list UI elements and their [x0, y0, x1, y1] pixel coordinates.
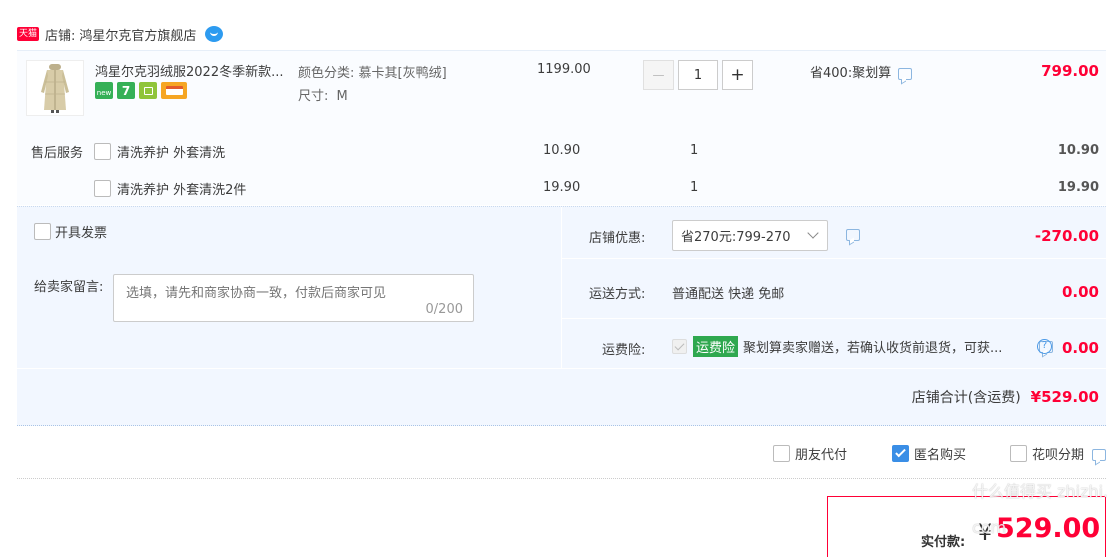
insurance-text: 聚划算卖家赠送，若确认收货前退货，可获... — [743, 341, 1003, 356]
insurance-tag: 运费险 — [693, 336, 739, 357]
shipping-label: 运送方式: — [589, 287, 646, 302]
service-qty-2: 1 — [690, 180, 699, 195]
row-divider — [562, 318, 1106, 319]
huabei-option: 花呗分期 — [1010, 444, 1107, 463]
invoice-label: 开具发票 — [55, 226, 108, 241]
discount-amount: -270.00 — [1034, 227, 1099, 245]
service-name-2: 清洗养护 外套清洗2件 — [117, 183, 247, 198]
section-divider — [17, 478, 1106, 479]
shipping-amount: 0.00 — [1061, 283, 1099, 301]
discount-selected-value: 省270元:799-270 — [681, 230, 791, 245]
sku-size-label: 尺寸: — [298, 89, 329, 104]
sku-size: 尺寸: M — [298, 85, 348, 104]
new-tag-icon: new — [95, 82, 113, 99]
discount-select[interactable]: 省270元:799-270 — [672, 220, 828, 251]
wangwang-chat-icon[interactable] — [205, 26, 224, 42]
sku-color: 颜色分类: 慕卡其[灰鸭绒] — [298, 62, 447, 81]
row-divider — [562, 258, 1106, 259]
shop-total-amount: ¥529.00 — [1030, 388, 1099, 406]
quantity-plus-button[interactable]: + — [722, 60, 753, 90]
sku-color-value: 慕卡其[灰鸭绒] — [358, 66, 447, 81]
service-checkbox-2[interactable] — [94, 180, 111, 197]
service-price-1: 10.90 — [543, 143, 581, 158]
down-coat-image-icon — [41, 64, 69, 113]
message-counter: 0/200 — [425, 302, 463, 317]
shipping-value: 普通配送 快递 免邮 — [672, 287, 785, 302]
insurance-amount: 0.00 — [1061, 339, 1099, 357]
promo-info: 省400:聚划算 — [810, 62, 913, 81]
payable-amount: 529.00 — [996, 513, 1101, 544]
friend-pay-option: 朋友代付 — [773, 444, 847, 463]
message-box: 0/200 — [113, 274, 474, 322]
huabei-label: 花呗分期 — [1032, 448, 1085, 463]
payable-label: 实付款: — [921, 535, 966, 550]
sku-color-label: 颜色分类: — [298, 66, 355, 81]
insurance-row: 运费险 聚划算卖家赠送，若确认收货前退货，可获... — [672, 336, 1002, 357]
seven-day-text: 7 — [121, 83, 131, 98]
huabei-tooltip-icon[interactable] — [1092, 448, 1107, 461]
chevron-down-icon — [807, 227, 819, 239]
message-label: 给卖家留言: — [34, 280, 104, 295]
help-question-icon[interactable]: ? — [1037, 339, 1052, 354]
shop-total: 店铺合计(含运费) ¥529.00 — [912, 387, 1099, 407]
quantity-stepper: — + — [643, 60, 753, 90]
huabei-checkbox[interactable] — [1010, 445, 1027, 462]
service-total-2: 19.90 — [1057, 180, 1099, 195]
new-tag-text: new — [96, 89, 112, 97]
service-name-1: 清洗养护 外套清洗 — [117, 146, 226, 161]
service-row: 清洗养护 外套清洗 — [94, 142, 225, 161]
insurance-checkbox — [672, 339, 687, 354]
payable-box: 实付款: ¥ 529.00 — [827, 496, 1106, 557]
discount-tooltip-icon[interactable] — [846, 229, 860, 241]
product-title-link[interactable]: 鸿星尔克羽绒服2022冬季新款... — [95, 61, 290, 80]
tmall-badge-icon: 天猫 — [17, 27, 40, 41]
invoice-option: 开具发票 — [34, 222, 107, 241]
shop-label: 店铺: — [45, 28, 76, 44]
row-divider — [17, 368, 1106, 369]
card-payment-icon — [161, 82, 187, 99]
product-thumbnail[interactable] — [26, 60, 84, 116]
service-row: 清洗养护 外套清洗2件 — [94, 179, 246, 198]
shop-header: 天猫 店铺: 鸿星尔克官方旗舰店 — [17, 24, 224, 44]
promo-text: 省400:聚划算 — [810, 66, 892, 81]
quantity-input[interactable] — [678, 60, 718, 90]
service-total-1: 10.90 — [1057, 143, 1099, 158]
seven-day-return-icon: 7 — [117, 82, 135, 99]
shop-total-label: 店铺合计(含运费) — [911, 390, 1021, 406]
after-sales-label: 售后服务 — [31, 146, 84, 161]
insurance-label: 运费险: — [602, 343, 646, 358]
payable-currency: ¥ — [978, 521, 992, 546]
promo-tooltip-icon[interactable] — [898, 67, 913, 80]
shopping-bag-icon — [139, 82, 157, 99]
item-subtotal: 799.00 — [1041, 62, 1099, 80]
anonymous-option: 匿名购买 — [892, 444, 966, 463]
discount-label: 店铺优惠: — [589, 231, 646, 246]
unit-price: 1199.00 — [537, 62, 591, 77]
invoice-checkbox[interactable] — [34, 223, 51, 240]
service-checkbox-1[interactable] — [94, 143, 111, 160]
message-textarea[interactable] — [114, 275, 473, 305]
shop-name-link[interactable]: 鸿星尔克官方旗舰店 — [79, 25, 196, 44]
anonymous-label: 匿名购买 — [914, 448, 967, 463]
anonymous-checkbox[interactable] — [892, 445, 909, 462]
friend-pay-checkbox[interactable] — [773, 445, 790, 462]
product-tags: new 7 — [95, 82, 187, 99]
friend-pay-label: 朋友代付 — [795, 448, 848, 463]
quantity-minus-button[interactable]: — — [643, 60, 674, 90]
sku-size-value: M — [336, 89, 348, 104]
service-qty-1: 1 — [690, 143, 699, 158]
service-price-2: 19.90 — [543, 180, 581, 195]
